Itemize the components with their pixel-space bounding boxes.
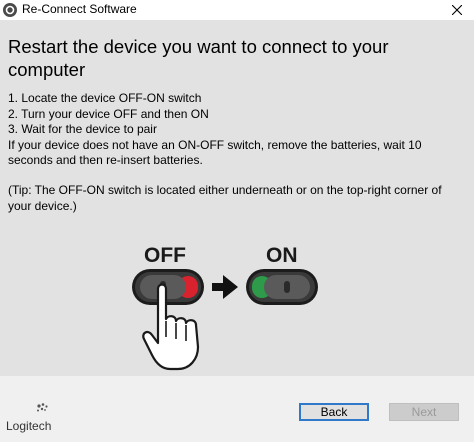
footer-bar: Logitech Back Next (0, 376, 474, 442)
back-button[interactable]: Back (299, 403, 369, 421)
battery-note-line-2: seconds and then re-insert batteries. (8, 153, 203, 167)
step-2: 2. Turn your device OFF and then ON (8, 106, 209, 121)
tip-line-2: your device.) (8, 198, 77, 213)
instructions: 1. Locate the device OFF-ON switch 2. Tu… (8, 91, 468, 169)
content-panel: Restart the device you want to connect t… (0, 21, 474, 376)
off-label: OFF (144, 244, 186, 267)
brand-name: Logitech (6, 419, 51, 433)
switch-off-icon (132, 269, 204, 305)
logitech-logo-icon: Logitech (6, 403, 51, 433)
close-icon (452, 5, 462, 15)
switch-illustration: OFF ON (132, 244, 318, 371)
page-heading: Restart the device you want to connect t… (8, 36, 389, 80)
title-bar: Re-Connect Software (0, 0, 474, 21)
tip: (Tip: The OFF-ON switch is located eithe… (8, 183, 468, 214)
next-button[interactable]: Next (389, 403, 459, 421)
battery-note-line-1: If your device does not have an ON-OFF s… (8, 137, 422, 152)
close-button[interactable] (440, 0, 474, 20)
arrow-right-icon (212, 275, 238, 299)
logitech-app-icon (3, 3, 17, 17)
tip-line-1: (Tip: The OFF-ON switch is located eithe… (8, 183, 442, 197)
window-title: Re-Connect Software (22, 2, 137, 16)
step-3: 3. Wait for the device to pair (8, 122, 157, 136)
on-label: ON (266, 244, 298, 267)
step-1: 1. Locate the device OFF-ON switch (8, 91, 202, 105)
switch-on-icon (246, 269, 318, 305)
